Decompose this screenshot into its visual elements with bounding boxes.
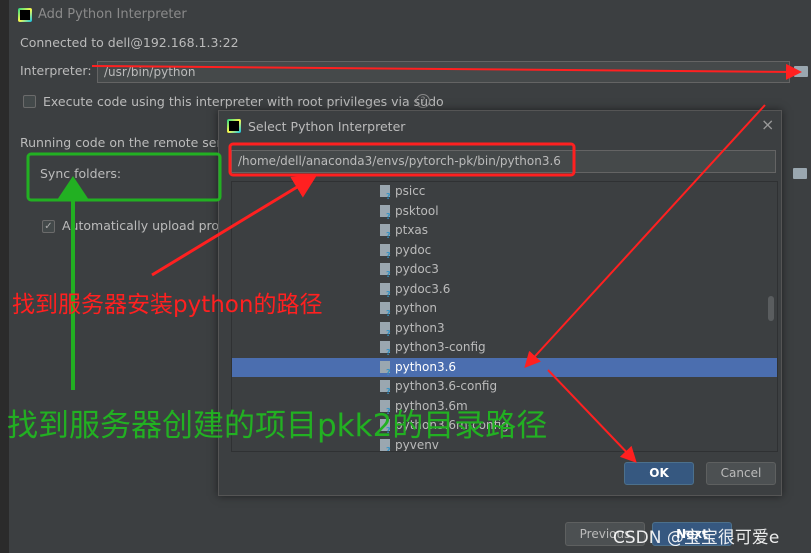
red-highlight-box: [228, 142, 576, 177]
green-highlight-box: [26, 152, 222, 202]
red-annotation-text: 找到服务器安装python的路径: [12, 292, 323, 318]
green-annotation-text: 找到服务器创建的项目pkk2的目录路径: [7, 408, 548, 444]
annotation-overlay: [26, 63, 802, 463]
red-arrow-path: [151, 174, 318, 277]
watermark: CSDN @宝宝很可爱e: [613, 528, 780, 548]
red-arrow-interpreter: [91, 63, 802, 80]
red-arrow-ok: [547, 369, 637, 463]
